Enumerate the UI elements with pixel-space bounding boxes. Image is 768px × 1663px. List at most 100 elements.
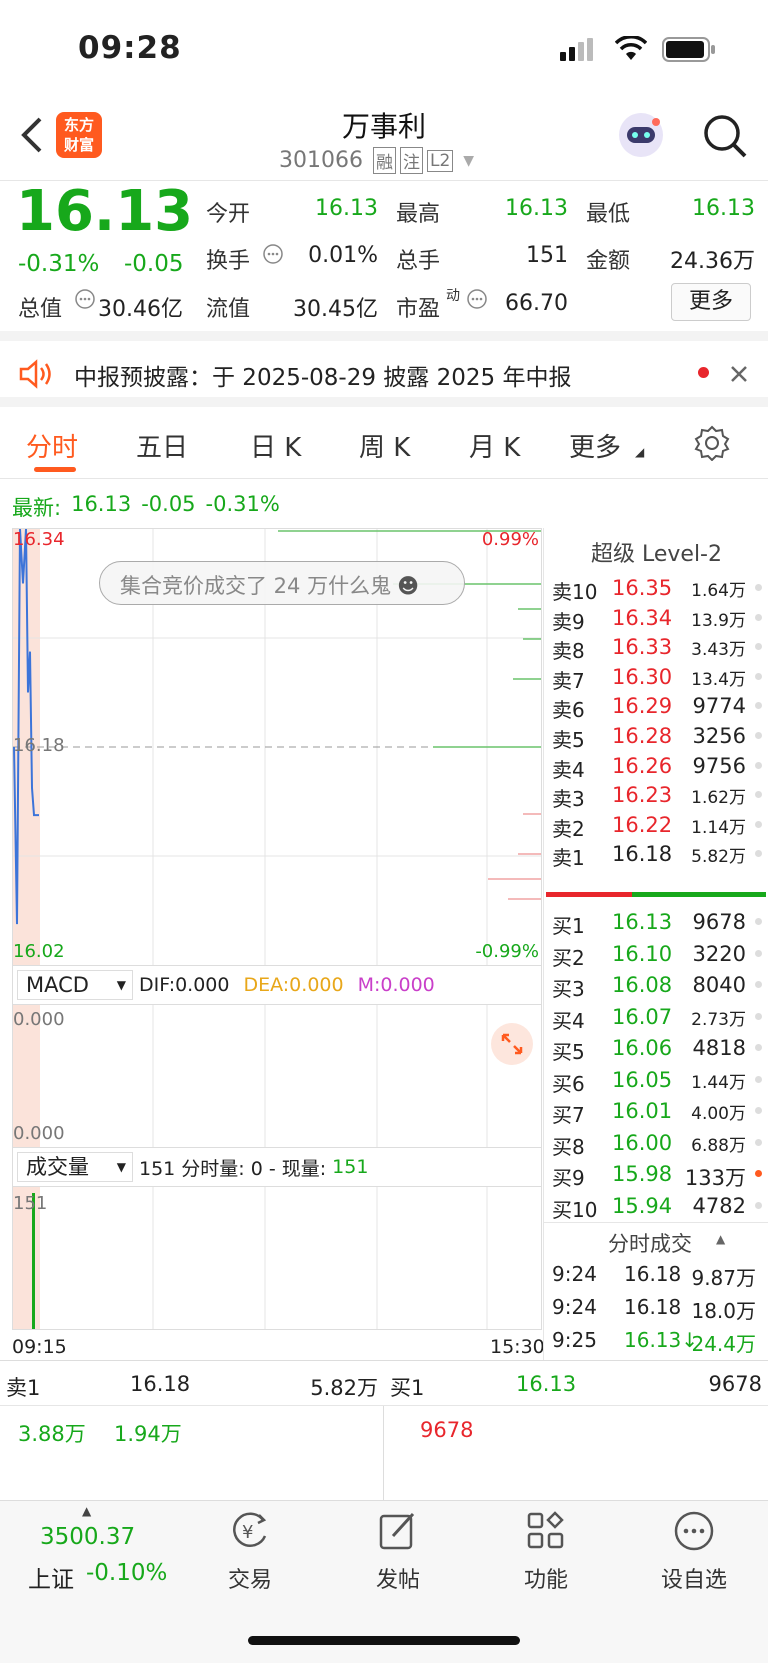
level-volume: 9774	[692, 694, 746, 719]
info-icon[interactable]	[262, 243, 284, 265]
volume-header: 成交量 ▼ 151 分时量: 0 - 现量: 151	[12, 1148, 542, 1186]
level-volume: 1.44万	[691, 1072, 746, 1093]
volume-label: 总手	[396, 249, 441, 274]
turnover-label: 换手	[206, 249, 251, 274]
add-watchlist-button[interactable]: 设自选	[656, 1510, 732, 1594]
speaker-icon	[19, 359, 51, 389]
bid-row[interactable]: 买6 16.05 1.44万	[550, 1064, 766, 1096]
bid-row[interactable]: 买10 15.94 4782	[550, 1190, 766, 1222]
post-button[interactable]: 发帖	[370, 1510, 426, 1594]
search-icon[interactable]	[702, 113, 748, 159]
trade-volume: 24.4万	[691, 1332, 756, 1356]
trade-time: 9:25	[552, 1328, 597, 1352]
ask-row[interactable]: 卖7 16.30 13.4万	[550, 661, 766, 693]
bid-row[interactable]: 买8 16.00 6.88万	[550, 1127, 766, 1159]
info-icon[interactable]	[74, 288, 96, 310]
bid-row[interactable]: 买1 16.13 9678	[550, 906, 766, 938]
level-price: 15.94	[612, 1193, 673, 1218]
macd-dea: DEA:0.000	[243, 974, 344, 996]
macd-selector[interactable]: MACD ▼	[17, 970, 133, 1000]
ask-row[interactable]: 卖3 16.23 1.62万	[550, 779, 766, 811]
macd-canvas	[13, 1005, 488, 1147]
latest-change: -0.05	[141, 492, 196, 516]
comment-bubble[interactable]: 集合竞价成交了 24 万什么鬼 ☻	[99, 561, 465, 605]
wifi-icon	[615, 36, 647, 60]
macd-chart[interactable]: 0.000 0.000	[12, 1004, 542, 1148]
stock-code: 301066	[279, 148, 363, 173]
trade-row: 9:24 16.18 9.87万	[550, 1258, 766, 1290]
level-price: 16.29	[612, 694, 673, 719]
ask-row[interactable]: 卖9 16.34 13.9万	[550, 602, 766, 634]
ask-row[interactable]: 卖8 16.33 3.43万	[550, 631, 766, 663]
level-price: 16.22	[612, 812, 673, 837]
ask-row[interactable]: 卖6 16.29 9774	[550, 690, 766, 722]
home-indicator	[248, 1636, 520, 1645]
ask-row[interactable]: 卖5 16.28 3256	[550, 720, 766, 752]
ask-row[interactable]: 卖1 16.18 5.82万	[550, 838, 766, 870]
trade-button[interactable]: ¥ 交易	[222, 1510, 278, 1594]
level-volume: 9756	[692, 753, 746, 778]
level-dot	[755, 732, 762, 739]
expand-icon	[501, 1033, 523, 1055]
expand-button[interactable]	[491, 1023, 533, 1065]
gear-icon[interactable]	[694, 425, 730, 461]
bid-row[interactable]: 买3 16.08 8040	[550, 969, 766, 1001]
tab-intraday[interactable]: 分时	[26, 427, 78, 464]
tab-daily-k[interactable]: 日 K	[250, 427, 301, 464]
bid-row[interactable]: 买9 15.98 133万	[550, 1158, 766, 1190]
market-cap-value: 30.46亿	[98, 297, 183, 322]
level-label: 买2	[552, 945, 585, 970]
ask-row[interactable]: 卖2 16.22 1.14万	[550, 809, 766, 841]
bid-row[interactable]: 买4 16.07 2.73万	[550, 1001, 766, 1033]
index-name[interactable]: 上证	[28, 1560, 74, 1594]
ghost-icon: ☻	[397, 574, 419, 598]
volume-selector[interactable]: 成交量 ▼	[17, 1152, 133, 1182]
trade-row: 9:25 16.13↓ 24.4万	[550, 1324, 766, 1356]
level-dot	[755, 672, 762, 680]
robot-assistant-icon[interactable]	[616, 110, 666, 160]
change-percent: -0.31%	[18, 251, 100, 277]
level-volume: 3220	[692, 941, 746, 966]
notice-text: 中报预披露：于 2025-08-29 披露 2025 年中报	[74, 365, 572, 391]
yen-exchange-icon: ¥	[233, 1512, 267, 1547]
queue-bid-vol: 9678	[708, 1372, 762, 1396]
ask-row[interactable]: 卖4 16.26 9756	[550, 750, 766, 782]
more-button[interactable]: 更多	[671, 283, 751, 321]
tab-more[interactable]: 更多	[569, 427, 621, 464]
price-chart[interactable]: 16.34 0.99% 16.18 16.02 -0.99% 集合竞价成交了 2…	[12, 528, 542, 966]
level-price: 16.33	[612, 635, 673, 660]
watch-tag: 注	[399, 147, 423, 174]
level-dot	[755, 791, 762, 799]
level-price: 16.00	[612, 1130, 673, 1155]
level-price: 16.23	[612, 783, 673, 808]
index-pct[interactable]: -0.10%	[86, 1560, 167, 1586]
latest-label: 最新:	[12, 496, 62, 520]
level-price: 16.35	[612, 576, 673, 600]
close-icon[interactable]	[729, 364, 749, 384]
queue-bid-price: 16.13	[516, 1372, 577, 1396]
trades-title[interactable]: 分时成交	[608, 1228, 692, 1258]
bid-row[interactable]: 买5 16.06 4818	[550, 1032, 766, 1064]
queue-ask-label: 卖1	[6, 1376, 41, 1400]
level-price: 16.05	[612, 1067, 673, 1092]
quote-panel: 16.13 -0.31% -0.05 今开 16.13 最高 16.13 最低 …	[0, 179, 768, 341]
index-value[interactable]: 3500.37	[40, 1524, 135, 1550]
tab-monthly-k[interactable]: 月 K	[469, 427, 520, 464]
level-dot	[755, 1201, 762, 1209]
macd-header: MACD ▼ DIF:0.000 DEA:0.000 M:0.000	[12, 966, 542, 1004]
level-dot	[755, 918, 762, 925]
volume-chart[interactable]: 151	[12, 1186, 542, 1330]
grid-icon	[527, 1511, 564, 1549]
function-button[interactable]: 功能	[518, 1510, 574, 1594]
caret-icon: ◢	[635, 445, 645, 459]
tab-five-day[interactable]: 五日	[136, 427, 188, 464]
chevron-down-icon: ▼	[116, 1160, 126, 1174]
bid-row[interactable]: 买2 16.10 3220	[550, 938, 766, 970]
ask-row[interactable]: 卖10 16.35 1.64万	[550, 572, 766, 604]
latest-pct: -0.31%	[205, 492, 280, 516]
tab-weekly-k[interactable]: 周 K	[359, 427, 410, 464]
stock-code-row[interactable]: 301066 融 注 L2 ▼	[279, 147, 474, 174]
notice-banner[interactable]: 中报预披露：于 2025-08-29 披露 2025 年中报	[0, 341, 768, 407]
status-bar: 09:28	[0, 0, 768, 95]
bid-row[interactable]: 买7 16.01 4.00万	[550, 1095, 766, 1127]
